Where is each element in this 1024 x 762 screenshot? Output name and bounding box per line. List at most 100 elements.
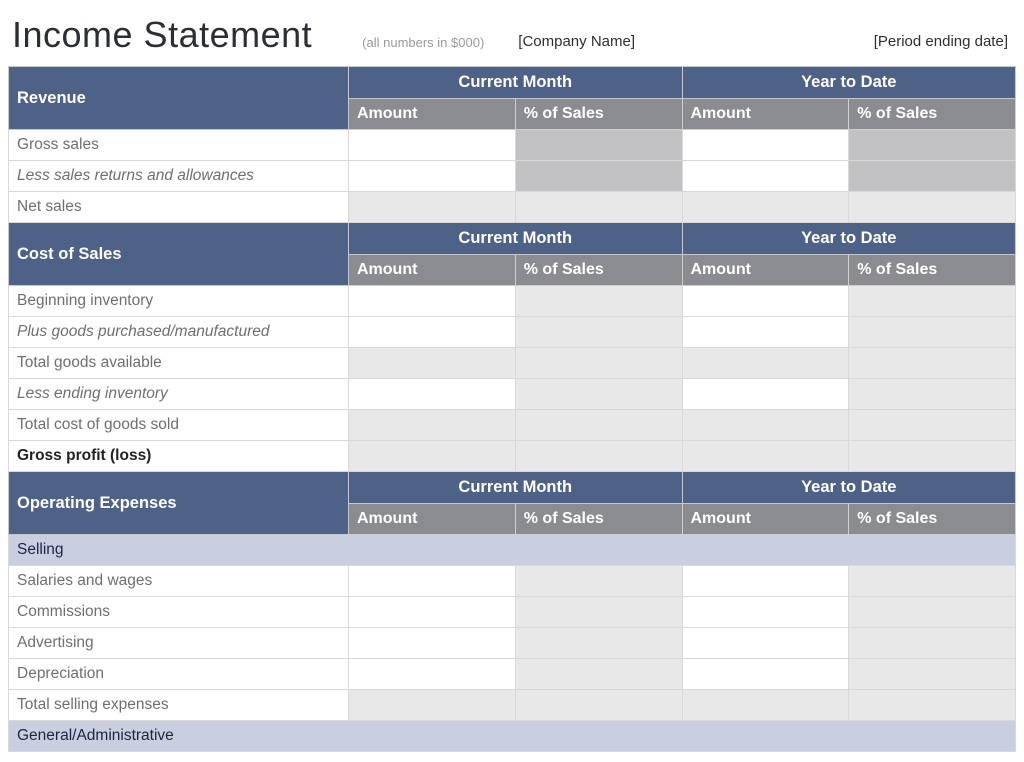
cell-cm-pct [515,348,682,379]
cell-cm-amount[interactable] [349,161,516,192]
cell-cm-amount[interactable] [349,597,516,628]
row-label: Beginning inventory [9,286,349,317]
row-total-cogs: Total cost of goods sold [9,410,1016,441]
subhead-label: Selling [9,535,1016,566]
cell-ytd-pct [849,317,1016,348]
cell-ytd-amount[interactable] [682,379,849,410]
row-label: Less ending inventory [9,379,349,410]
row-label: Less sales returns and allowances [9,161,349,192]
col-pct: % of Sales [849,504,1016,535]
row-label: Gross sales [9,130,349,161]
cell-ytd-amount[interactable] [682,130,849,161]
cell-ytd-amount[interactable] [682,317,849,348]
col-group-current-month: Current Month [349,67,683,99]
row-label: Depreciation [9,659,349,690]
cell-cm-pct [515,597,682,628]
row-label: Advertising [9,628,349,659]
cell-cm-amount[interactable] [349,379,516,410]
row-net-sales: Net sales [9,192,1016,223]
row-salaries: Salaries and wages [9,566,1016,597]
page-title: Income Statement [12,14,312,56]
cell-cm-amount[interactable] [349,130,516,161]
subhead-ga: General/Administrative [9,721,1016,752]
cell-ytd-amount [682,690,849,721]
cell-cm-pct [515,286,682,317]
document-header: Income Statement (all numbers in $000) [… [8,10,1016,66]
income-statement-table: Revenue Current Month Year to Date Amoun… [8,66,1016,752]
cell-ytd-pct [849,379,1016,410]
row-label: Commissions [9,597,349,628]
section-title: Revenue [9,67,349,130]
row-label: Net sales [9,192,349,223]
cell-ytd-pct [849,286,1016,317]
cell-cm-amount[interactable] [349,317,516,348]
row-depreciation: Depreciation [9,659,1016,690]
cell-ytd-pct [849,130,1016,161]
cell-cm-amount [349,348,516,379]
cell-cm-pct [515,379,682,410]
cell-cm-amount[interactable] [349,659,516,690]
cell-ytd-pct [849,628,1016,659]
row-total-selling: Total selling expenses [9,690,1016,721]
cell-ytd-pct [849,192,1016,223]
col-pct: % of Sales [849,99,1016,130]
cell-ytd-amount [682,348,849,379]
row-label: Gross profit (loss) [9,441,349,472]
row-plus-goods: Plus goods purchased/manufactured [9,317,1016,348]
cell-cm-amount[interactable] [349,286,516,317]
row-total-goods-available: Total goods available [9,348,1016,379]
col-group-year-to-date: Year to Date [682,223,1016,255]
row-label: Total cost of goods sold [9,410,349,441]
col-pct: % of Sales [515,99,682,130]
cell-ytd-amount[interactable] [682,161,849,192]
cell-cm-amount [349,441,516,472]
cell-cm-pct [515,192,682,223]
section-title: Operating Expenses [9,472,349,535]
cell-cm-amount[interactable] [349,628,516,659]
col-pct: % of Sales [849,255,1016,286]
cell-ytd-amount[interactable] [682,286,849,317]
cell-ytd-pct [849,348,1016,379]
row-label: Plus goods purchased/manufactured [9,317,349,348]
cell-cm-pct [515,441,682,472]
section-header-opex: Operating Expenses Current Month Year to… [9,472,1016,504]
row-gross-profit: Gross profit (loss) [9,441,1016,472]
cell-ytd-pct [849,566,1016,597]
col-amount: Amount [682,504,849,535]
period-placeholder[interactable]: [Period ending date] [874,33,1008,56]
cell-cm-pct [515,410,682,441]
col-group-current-month: Current Month [349,472,683,504]
cell-cm-pct [515,628,682,659]
col-group-current-month: Current Month [349,223,683,255]
row-label: Salaries and wages [9,566,349,597]
col-amount: Amount [349,255,516,286]
row-less-ending-inventory: Less ending inventory [9,379,1016,410]
cell-ytd-amount[interactable] [682,597,849,628]
cell-cm-pct [515,690,682,721]
cell-cm-amount[interactable] [349,566,516,597]
cell-ytd-amount[interactable] [682,628,849,659]
cell-ytd-amount[interactable] [682,659,849,690]
section-title: Cost of Sales [9,223,349,286]
row-advertising: Advertising [9,628,1016,659]
cell-ytd-amount [682,192,849,223]
col-amount: Amount [682,99,849,130]
col-amount: Amount [349,99,516,130]
cell-cm-pct [515,317,682,348]
cell-cm-amount [349,410,516,441]
company-placeholder[interactable]: [Company Name] [518,33,635,56]
col-pct: % of Sales [515,504,682,535]
col-pct: % of Sales [515,255,682,286]
row-label: Total selling expenses [9,690,349,721]
col-group-year-to-date: Year to Date [682,67,1016,99]
row-label: Total goods available [9,348,349,379]
units-note: (all numbers in $000) [362,35,484,56]
row-less-returns: Less sales returns and allowances [9,161,1016,192]
cell-cm-pct [515,659,682,690]
cell-cm-pct [515,161,682,192]
cell-ytd-amount[interactable] [682,566,849,597]
cell-ytd-pct [849,410,1016,441]
cell-ytd-pct [849,690,1016,721]
cell-cm-amount [349,690,516,721]
col-group-year-to-date: Year to Date [682,472,1016,504]
